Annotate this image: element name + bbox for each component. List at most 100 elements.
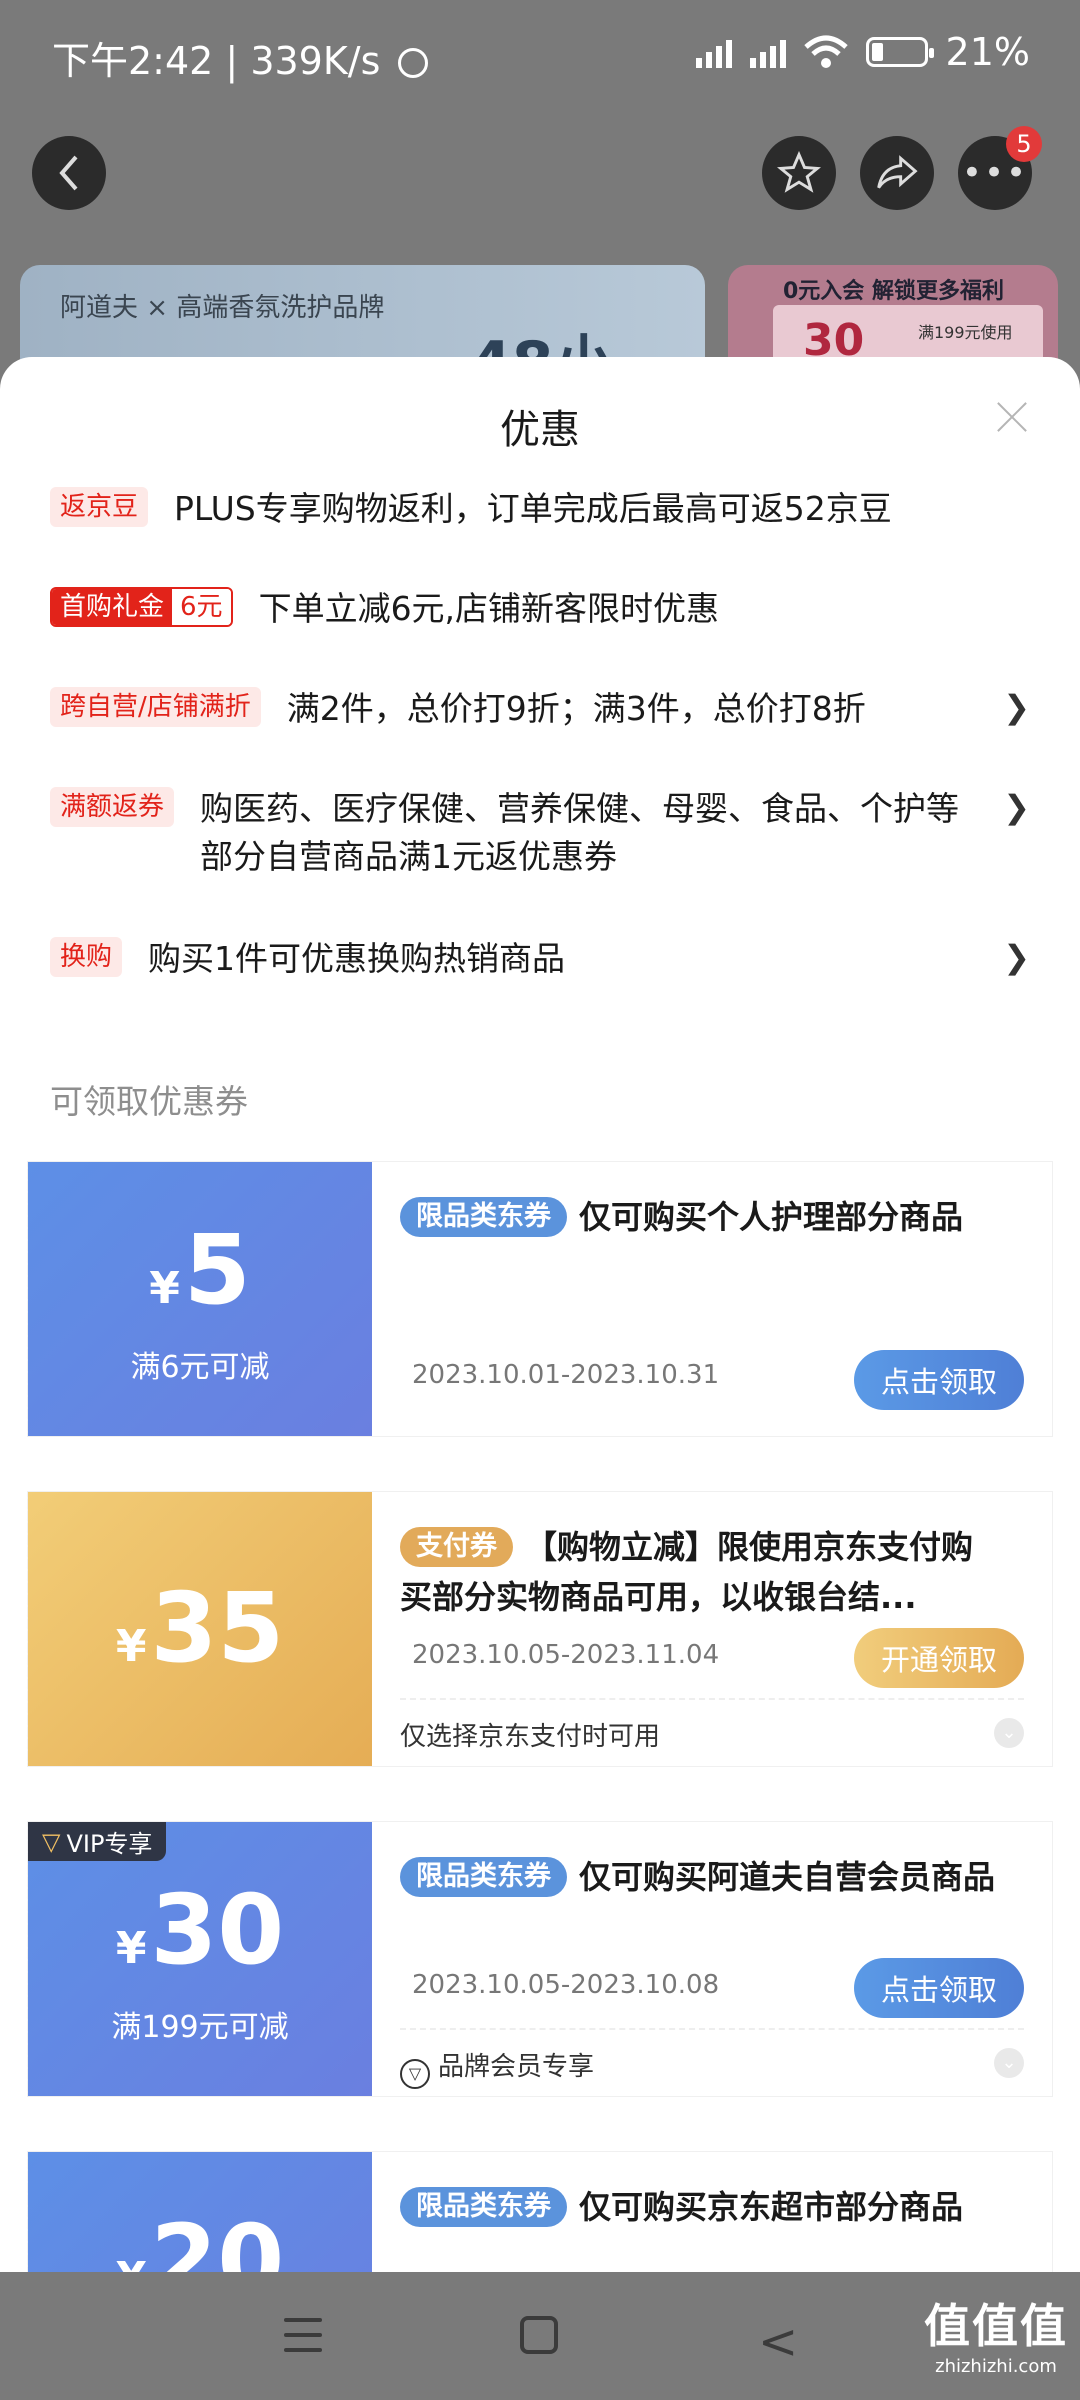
coupon-note-text: 仅选择京东支付时可用 (400, 1722, 661, 1752)
signal-icon-2 (749, 36, 786, 68)
more-button[interactable]: ••• 5 (958, 126, 1042, 210)
coupon-amount-value: 30 (150, 1874, 285, 1986)
open-claim-button[interactable]: 开通领取 (854, 1628, 1024, 1688)
system-nav-bar: < 值值值 zhizhizhi.com (0, 2272, 1080, 2400)
coupon-title: 限品类东券 仅可购买个人护理部分商品 (400, 1192, 1000, 1242)
yen-symbol: ¥ (149, 1263, 180, 1314)
coupon-value-panel: ¥20 (23, 2152, 372, 2272)
promo-tag-value: 6元 (172, 589, 231, 625)
coupon-value-panel: ¥5 满6元可减 (23, 1162, 372, 1436)
expand-icon[interactable]: ⌄ (994, 1718, 1024, 1748)
coupon-amount-value: 5 (183, 1214, 251, 1326)
brand-member-icon: ▽ (400, 2059, 430, 2089)
coupon-tag: 限品类东券 (400, 1197, 567, 1237)
chevron-right-icon: ❯ (1003, 688, 1030, 726)
signal-icon (695, 36, 732, 68)
coupon-card: ¥5 满6元可减 限品类东券 仅可购买个人护理部分商品 2023.10.01-20… (23, 1162, 1052, 1436)
share-button[interactable] (860, 136, 934, 210)
promo-item[interactable]: 满额返券 购医药、医疗保健、营养保健、母婴、食品、个护等部分自营商品满1元返优惠… (50, 785, 1030, 881)
star-icon (777, 151, 821, 193)
menu-icon[interactable] (284, 2318, 322, 2352)
battery-percent: 21% (945, 30, 1030, 74)
coupon-note: ▽ 品牌会员专享 ⌄ (400, 2028, 1024, 2089)
coupon-amount-value: 35 (150, 1572, 285, 1684)
promo-text: 购买1件可优惠换购热销商品 (148, 939, 566, 978)
promo-tag-label: 首购礼金 (52, 589, 173, 625)
yen-symbol: ¥ (115, 1621, 147, 1672)
coupon-title: 限品类东券 仅可购买京东超市部分商品 (400, 2182, 1000, 2232)
status-time: 下午2:42 | 339K/s (52, 30, 429, 85)
home-icon[interactable] (520, 2316, 558, 2354)
coupon-card: ▽ VIP专享 ¥30 满199元可减 限品类东券 仅可购买阿道夫自营会员商品 20… (23, 1822, 1052, 2096)
banner-left-text: 阿道夫 × 高端香氛洗护品牌 (60, 293, 385, 323)
coupon-amount: ¥35 (28, 1572, 372, 1684)
coupon-dates: 2023.10.05-2023.10.08 (412, 1970, 720, 2000)
coupon-value-panel: ¥30 满199元可减 (23, 1822, 372, 2096)
favorite-button[interactable] (762, 136, 836, 210)
promo-text: PLUS专享购物返利，订单完成后最高可返52京豆 (174, 489, 892, 528)
banner-right-cond: 满199元使用 (918, 323, 1013, 342)
chevron-right-icon: ❯ (1003, 938, 1030, 976)
watermark-main: 值值值 (924, 2299, 1068, 2353)
back-button[interactable] (32, 136, 106, 210)
promo-text: 下单立减6元,店铺新客限时优惠 (258, 589, 720, 628)
coupon-condition: 满6元可减 (130, 1350, 270, 1385)
banner-right-title: 0元入会 解锁更多福利 (783, 279, 1004, 304)
back-arrow-icon (59, 155, 78, 191)
wifi-icon (803, 35, 848, 68)
coupon-info: 支付券 【购物立减】限使用京东支付购买部分实物商品可用，以收银台结... 2023… (372, 1492, 1052, 1766)
coupon-amount-value: 20 (150, 2204, 285, 2272)
coupon-condition: 满199元可减 (111, 2010, 289, 2045)
notification-badge: 5 (1006, 126, 1042, 162)
vip-label: VIP专享 (66, 1830, 153, 1858)
coupon-dates: 2023.10.05-2023.11.04 (412, 1640, 720, 1670)
alarm-icon (398, 48, 429, 78)
share-icon (877, 155, 918, 189)
status-bar: 下午2:42 | 339K/s 21% (0, 0, 1080, 105)
network-speed: 339K/s (250, 39, 381, 83)
coupon-info: 限品类东券 仅可购买京东超市部分商品 (372, 2152, 1052, 2272)
coupon-tag: 限品类东券 (400, 2187, 567, 2227)
close-icon[interactable] (992, 397, 1032, 437)
claim-button[interactable]: 点击领取 (854, 1350, 1024, 1410)
coupon-title-text: 仅可购买京东超市部分商品 (579, 2188, 964, 2226)
coupon-title-text: 仅可购买阿道夫自营会员商品 (579, 1858, 996, 1896)
promo-item[interactable]: 换购 购买1件可优惠换购热销商品 ❯ (50, 935, 1030, 983)
coupon-title-text: 仅可购买个人护理部分商品 (579, 1198, 964, 1236)
coupon-title: 限品类东券 仅可购买阿道夫自营会员商品 (400, 1852, 1000, 1902)
yen-symbol: ¥ (115, 1923, 147, 1974)
promo-tag: 首购礼金 6元 (50, 587, 233, 627)
coupon-note-text: 品牌会员专享 (438, 2052, 595, 2082)
coupon-amount: ¥5 (28, 1214, 372, 1326)
coupon-amount: ¥30 (28, 1874, 372, 1986)
coupon-card: ¥35 支付券 【购物立减】限使用京东支付购买部分实物商品可用，以收银台结... … (23, 1492, 1052, 1766)
promo-tag: 换购 (50, 937, 123, 977)
promo-text: 购医药、医疗保健、营养保健、母婴、食品、个护等部分自营商品满1元返优惠券 (200, 789, 960, 876)
coupon-title: 支付券 【购物立减】限使用京东支付购买部分实物商品可用，以收银台结... (400, 1522, 1000, 1622)
claim-button[interactable]: 点击领取 (854, 1958, 1024, 2018)
coupon-note: 仅选择京东支付时可用 ⌄ (400, 1698, 1024, 1753)
back-icon[interactable]: < (758, 2314, 798, 2370)
yen-symbol: ¥ (116, 2253, 147, 2272)
promo-tag: 跨自营/店铺满折 (50, 687, 261, 727)
coupon-card: ¥20 限品类东券仅可购买京东超市部分商品 (23, 2152, 1052, 2272)
coupon-info: 限品类东券 仅可购买阿道夫自营会员商品 2023.10.05-2023.10.08… (372, 1822, 1052, 2096)
expand-icon[interactable]: ⌄ (994, 2048, 1024, 2078)
coupon-tag: 支付券 (400, 1527, 513, 1567)
battery-icon (865, 37, 934, 67)
coupon-value-panel: ¥35 (23, 1492, 372, 1766)
clock-text: 下午2:42 (52, 39, 214, 83)
promo-tag: 满额返券 (50, 787, 175, 827)
section-title: 可领取优惠券 (50, 1082, 248, 1121)
more-icon: ••• (961, 153, 1029, 193)
sheet-title: 优惠 (500, 407, 580, 453)
coupon-tag: 限品类东券 (400, 1857, 567, 1897)
promo-item: 首购礼金 6元 下单立减6元,店铺新客限时优惠 (50, 585, 1030, 633)
vip-badge: ▽ VIP专享 (28, 1822, 167, 1861)
promo-tag: 返京豆 (50, 487, 149, 527)
coupon-info: 限品类东券 仅可购买个人护理部分商品 2023.10.01-2023.10.31 … (372, 1162, 1052, 1436)
coupon-dates: 2023.10.01-2023.10.31 (412, 1360, 720, 1390)
chevron-right-icon: ❯ (1003, 788, 1030, 826)
vip-icon: ▽ (42, 1827, 61, 1856)
promo-item[interactable]: 跨自营/店铺满折 满2件，总价打9折；满3件，总价打8折 ❯ (50, 685, 1030, 733)
